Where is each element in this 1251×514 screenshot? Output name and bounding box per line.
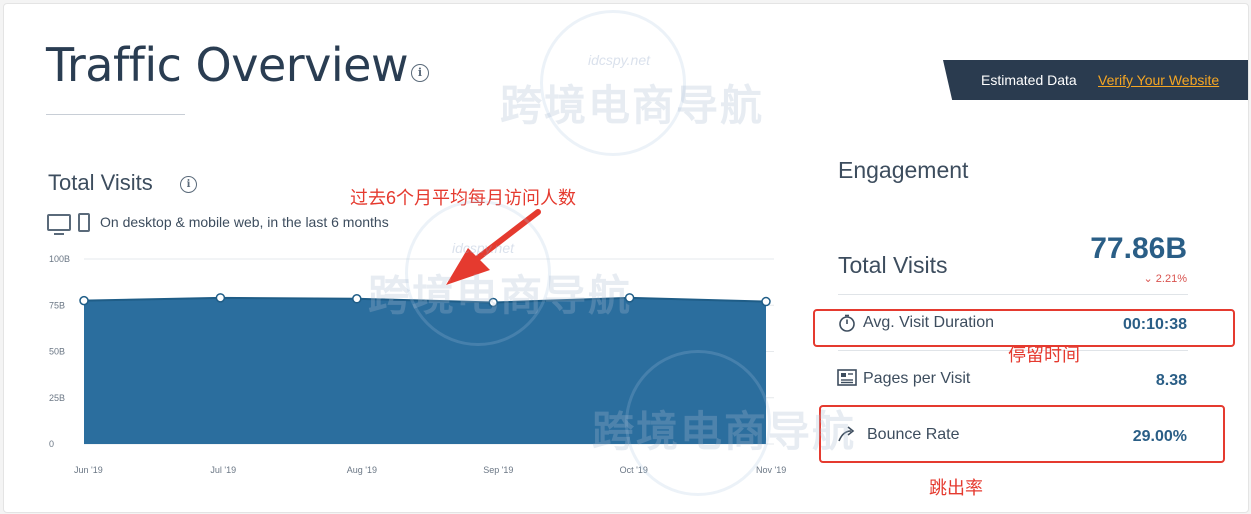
area-series <box>84 297 766 444</box>
y-tick-label: 75B <box>49 300 65 310</box>
data-point <box>624 293 635 303</box>
annotation-arrow <box>475 209 541 261</box>
x-tick-label: Nov '19 <box>756 465 786 475</box>
data-point <box>761 296 771 307</box>
y-tick-label: 100B <box>49 254 70 264</box>
divider <box>838 294 1188 295</box>
pages-per-visit-value: 8.38 <box>1155 372 1187 389</box>
data-point <box>215 293 226 303</box>
chart-annotation: 过去6个月平均每月访问人数 <box>350 188 577 208</box>
y-tick-label: 25B <box>49 393 65 403</box>
total-visits-change-value: 2.21% <box>1155 273 1187 285</box>
x-tick-label: Jun '19 <box>74 465 103 475</box>
total-visits-change: ⌄ 2.21% <box>1144 272 1187 285</box>
data-point <box>79 295 89 306</box>
data-point <box>352 294 362 304</box>
engagement-title: Engagement <box>838 157 969 183</box>
y-tick-label: 0 <box>49 439 54 449</box>
total-visits-value: 77.86B <box>1090 232 1187 265</box>
duration-annotation: 停留时间 <box>1008 345 1080 365</box>
x-tick-label: Oct '19 <box>620 465 648 475</box>
pages-icon <box>837 369 857 386</box>
bounce-highlight-box <box>819 405 1225 463</box>
x-tick-label: Sep '19 <box>483 465 513 475</box>
pages-per-visit-label: Pages per Visit <box>863 370 971 387</box>
chevron-down-icon: ⌄ <box>1143 273 1153 285</box>
data-point <box>488 297 498 308</box>
total-visits-label: Total Visits <box>838 252 948 278</box>
x-tick-label: Aug '19 <box>347 465 377 475</box>
x-tick-label: Jul '19 <box>210 465 236 475</box>
bounce-annotation: 跳出率 <box>929 478 983 498</box>
y-tick-label: 50B <box>49 347 65 357</box>
